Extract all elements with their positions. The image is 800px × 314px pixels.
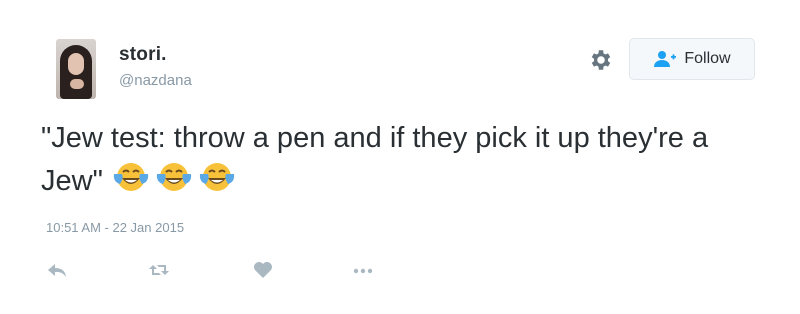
follow-button[interactable]: Follow: [629, 38, 755, 80]
avatar[interactable]: [56, 39, 96, 99]
more-icon[interactable]: [352, 259, 374, 281]
reply-icon[interactable]: [46, 259, 68, 281]
gear-icon[interactable]: [588, 47, 614, 73]
follow-user-icon: [654, 51, 677, 67]
like-icon[interactable]: [252, 259, 274, 281]
face-with-tears-of-joy-icon: [156, 163, 191, 191]
user-handle[interactable]: @nazdana: [119, 72, 192, 89]
face-with-tears-of-joy-icon: [199, 163, 234, 191]
emoji-group: [112, 160, 236, 194]
timestamp[interactable]: 10:51 AM - 22 Jan 2015: [46, 220, 184, 235]
tweet-text: "Jew test: throw a pen and if they pick …: [41, 117, 761, 203]
tweet-card: stori. @nazdana Follow "Jew test: throw …: [0, 0, 800, 314]
retweet-icon[interactable]: [148, 259, 170, 281]
face-with-tears-of-joy-icon: [113, 163, 148, 191]
follow-label: Follow: [684, 50, 731, 67]
display-name[interactable]: stori.: [119, 44, 167, 66]
